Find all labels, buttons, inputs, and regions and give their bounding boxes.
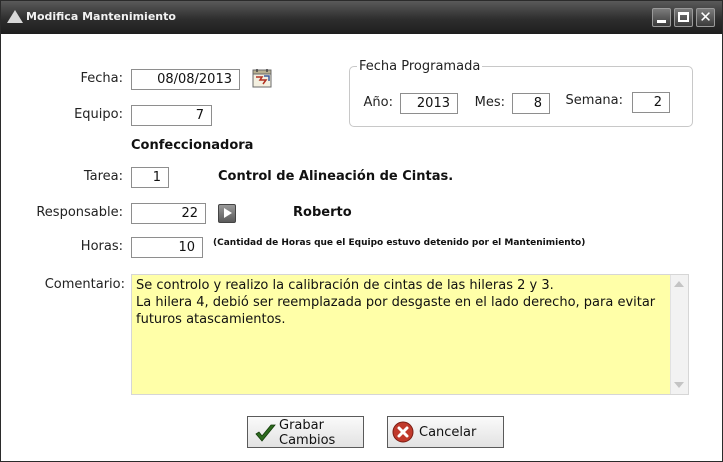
responsable-input[interactable]: 22	[131, 203, 206, 224]
responsable-name: Roberto	[293, 205, 352, 220]
cancelar-button[interactable]: Cancelar	[387, 416, 504, 448]
close-button[interactable]: ✕	[696, 8, 715, 27]
window-title: Modifica Mantenimiento	[26, 10, 176, 23]
semana-label: Semana:	[565, 93, 623, 108]
horas-input[interactable]: 10	[131, 237, 203, 258]
app-logo-icon	[7, 10, 23, 23]
comentario-text: Se controlo y realizo la calibración de …	[136, 278, 656, 327]
horas-note: (Cantidad de Horas que el Equipo estuvo …	[213, 238, 586, 248]
minimize-button[interactable]	[652, 8, 671, 27]
scroll-down-icon[interactable]	[674, 382, 684, 388]
grabar-label-line2: Cambios	[279, 433, 336, 448]
tarea-label: Tarea:	[83, 169, 123, 184]
responsable-lookup-button[interactable]	[218, 204, 236, 223]
responsable-label: Responsable:	[36, 205, 123, 220]
horas-label: Horas:	[80, 239, 123, 254]
comentario-scrollbar[interactable]	[670, 275, 688, 394]
play-arrow-icon	[224, 208, 232, 218]
calendar-icon[interactable]	[252, 68, 272, 88]
equipo-input[interactable]: 7	[131, 105, 212, 126]
cancelar-label: Cancelar	[419, 425, 477, 440]
scroll-up-icon[interactable]	[674, 281, 684, 287]
equipo-name: Confeccionadora	[131, 138, 254, 153]
grabar-cambios-button[interactable]: Grabar Cambios	[247, 416, 364, 448]
comentario-textarea[interactable]: Se controlo y realizo la calibración de …	[131, 274, 689, 395]
fecha-programada-title: Fecha Programada	[357, 59, 483, 74]
title-bar[interactable]: Modifica Mantenimiento ✕	[1, 1, 722, 34]
equipo-label: Equipo:	[74, 107, 123, 122]
mes-label: Mes:	[474, 95, 505, 110]
maximize-icon	[678, 12, 689, 22]
minimize-icon	[657, 20, 666, 23]
fecha-label: Fecha:	[80, 71, 124, 86]
maximize-button[interactable]	[674, 8, 693, 27]
grabar-label-line1: Grabar	[279, 418, 324, 433]
semana-input[interactable]: 2	[632, 92, 670, 113]
checkmark-icon	[255, 424, 276, 442]
tarea-name: Control de Alineación de Cintas.	[218, 169, 454, 184]
dialog-window: Modifica Mantenimiento ✕ Fecha: 08/08/20…	[0, 0, 723, 462]
fecha-input[interactable]: 08/08/2013	[131, 69, 240, 90]
mes-input[interactable]: 8	[512, 93, 550, 114]
anio-input[interactable]: 2013	[400, 93, 458, 114]
tarea-input[interactable]: 1	[131, 167, 169, 188]
comentario-label: Comentario:	[44, 277, 125, 292]
cancel-icon	[392, 421, 414, 443]
close-icon: ✕	[699, 8, 712, 26]
anio-label: Año:	[363, 95, 393, 110]
